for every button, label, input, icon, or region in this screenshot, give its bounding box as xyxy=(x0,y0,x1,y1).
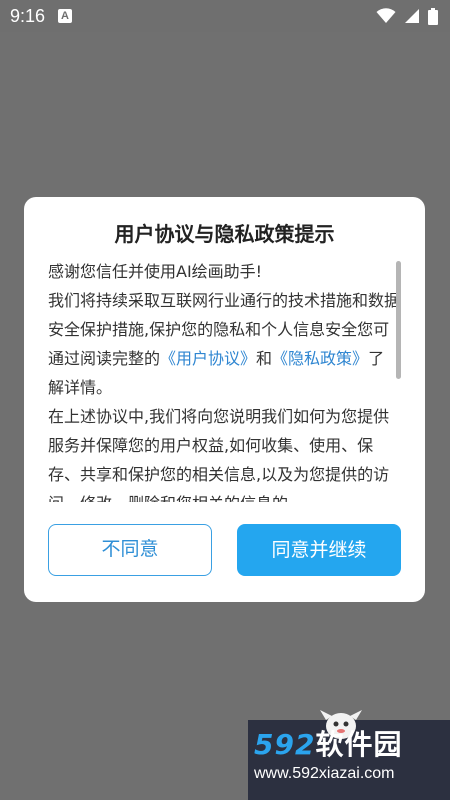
logo-number: 592 xyxy=(254,728,316,761)
logo-text: 软件园 xyxy=(315,728,403,761)
status-icons xyxy=(376,7,438,25)
privacy-policy-link[interactable]: 《隐私政策》 xyxy=(272,349,368,368)
user-agreement-link[interactable]: 《用户协议》 xyxy=(160,349,256,368)
dialog-title: 用户协议与隐私政策提示 xyxy=(114,222,335,246)
watermark-logo: 592软件园 xyxy=(254,728,402,762)
wifi-icon xyxy=(376,8,396,24)
status-bar: 9:16 A xyxy=(0,0,450,32)
watermark: 592软件园 www.592xiazai.com xyxy=(248,710,450,800)
battery-icon xyxy=(428,7,438,25)
cellular-signal-icon xyxy=(404,8,420,24)
privacy-agreement-dialog: 用户协议与隐私政策提示 感谢您信任并使用AI绘画助手! 我们将持续采取互联网行业… xyxy=(24,197,425,602)
intro-text: 感谢您信任并使用AI绘画助手! xyxy=(48,262,263,281)
status-time: 9:16 xyxy=(10,6,46,26)
notification-a-icon: A xyxy=(58,9,72,23)
disagree-button[interactable]: 不同意 xyxy=(48,524,212,576)
agreement-paragraph-2: 在上述协议中,我们将向您说明我们如何为您提供服务并保障您的用户权益,如何收集、使… xyxy=(48,407,390,502)
agree-continue-button[interactable]: 同意并继续 xyxy=(237,524,401,576)
watermark-url: www.592xiazai.com xyxy=(254,765,395,782)
agreement-text-scroll[interactable]: 感谢您信任并使用AI绘画助手! 我们将持续采取互联网行业通行的技术措施和数据安全… xyxy=(48,257,400,502)
scrollbar[interactable] xyxy=(396,261,401,379)
agreement-paragraph-1: 我们将持续采取互联网行业通行的技术措施和数据安全保护措施,保护您的隐私和个人信息… xyxy=(48,286,400,402)
and-text: 和 xyxy=(256,349,273,368)
